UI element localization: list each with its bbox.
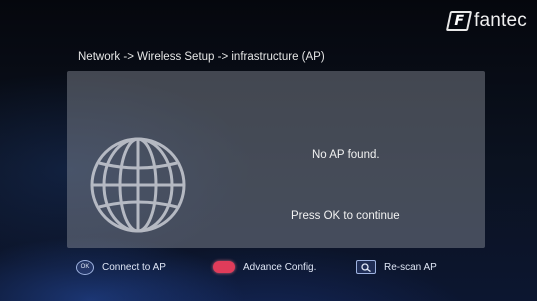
globe-icon <box>90 137 186 233</box>
connect-to-ap-action[interactable]: OK Connect to AP <box>76 258 166 276</box>
fantec-logo: F fantec <box>445 8 527 34</box>
connect-to-ap-label: Connect to AP <box>102 261 166 273</box>
advance-config-label: Advance Config. <box>243 261 317 273</box>
no-ap-message: No AP found. <box>312 149 380 161</box>
ok-button-icon: OK <box>76 259 94 275</box>
tv-screen: F fantec Network -> Wireless Setup -> in… <box>0 0 537 301</box>
rescan-icon <box>356 260 376 274</box>
rescan-ap-action[interactable]: Re-scan AP <box>356 258 437 276</box>
rescan-ap-label: Re-scan AP <box>384 261 437 273</box>
advance-config-action[interactable]: Advance Config. <box>213 258 316 276</box>
fantec-logo-mark: F <box>445 11 473 31</box>
continue-prompt: Press OK to continue <box>291 210 400 222</box>
fantec-logo-text: fantec <box>474 10 527 31</box>
red-button-icon <box>213 261 235 273</box>
breadcrumb: Network -> Wireless Setup -> infrastruct… <box>78 51 325 63</box>
